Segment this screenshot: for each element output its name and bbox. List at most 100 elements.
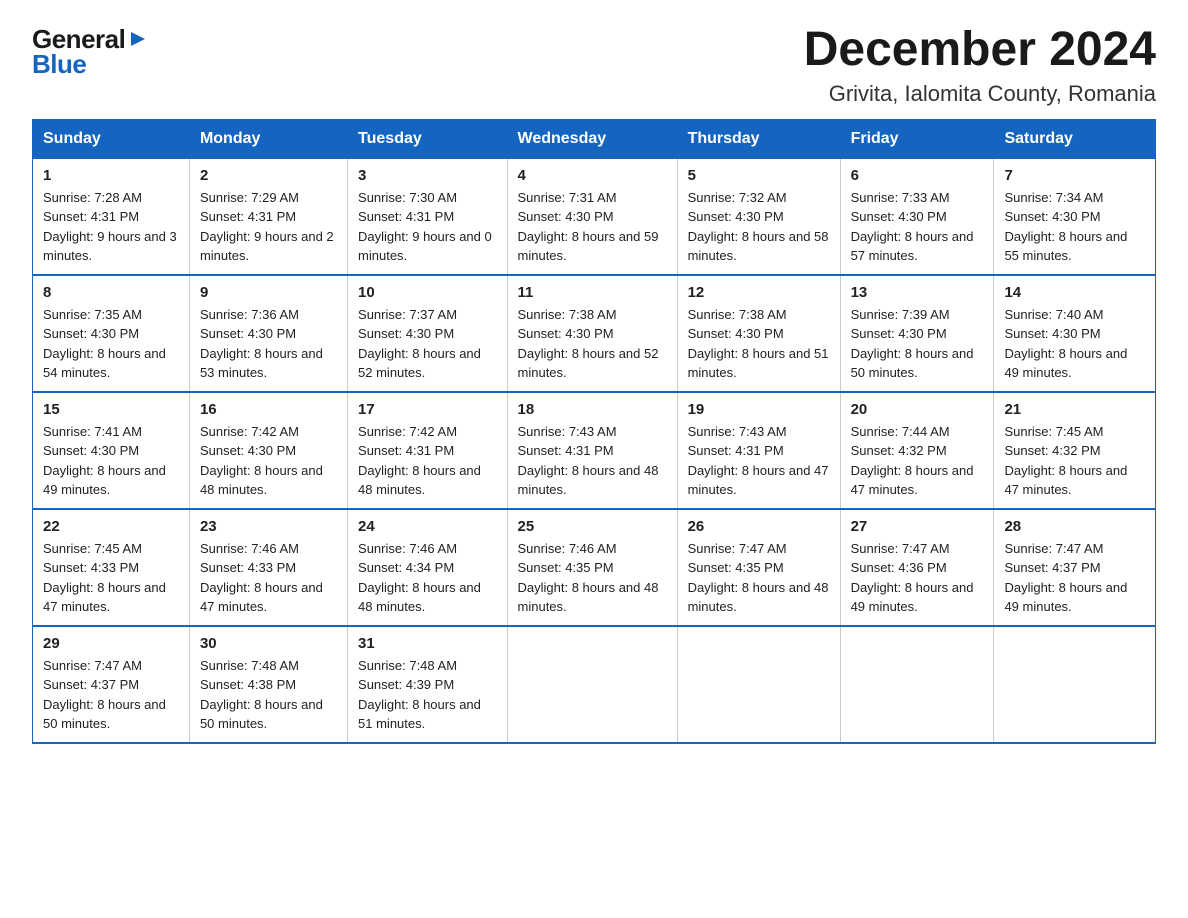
sunset-value: 4:35 PM <box>735 560 783 575</box>
day-number: 4 <box>518 167 667 184</box>
day-info: Sunrise: 7:47 AM Sunset: 4:37 PM Dayligh… <box>1004 539 1145 617</box>
day-number: 18 <box>518 401 667 418</box>
day-info: Sunrise: 7:47 AM Sunset: 4:37 PM Dayligh… <box>43 656 179 734</box>
daylight-label: Daylight: <box>358 463 412 478</box>
sunset-label: Sunset: <box>200 443 248 458</box>
daylight-label: Daylight: <box>200 229 254 244</box>
sunset-label: Sunset: <box>518 326 566 341</box>
day-number: 1 <box>43 167 179 184</box>
sunset-value: 4:30 PM <box>735 326 783 341</box>
logo-blue-text: Blue <box>32 49 86 80</box>
day-number: 19 <box>688 401 830 418</box>
sunrise-label: Sunrise: <box>43 541 94 556</box>
title-block: December 2024 Grivita, Ialomita County, … <box>804 24 1156 107</box>
sunrise-label: Sunrise: <box>518 190 569 205</box>
sunset-label: Sunset: <box>688 209 736 224</box>
day-header-wednesday: Wednesday <box>507 119 677 158</box>
sunrise-value: 7:38 AM <box>739 307 787 322</box>
calendar-table: SundayMondayTuesdayWednesdayThursdayFrid… <box>32 119 1156 744</box>
sunrise-value: 7:28 AM <box>94 190 142 205</box>
sunset-label: Sunset: <box>688 560 736 575</box>
day-number: 31 <box>358 635 496 652</box>
sunset-value: 4:31 PM <box>735 443 783 458</box>
day-info: Sunrise: 7:46 AM Sunset: 4:33 PM Dayligh… <box>200 539 337 617</box>
day-number: 14 <box>1004 284 1145 301</box>
sunrise-label: Sunrise: <box>43 307 94 322</box>
sunset-label: Sunset: <box>688 443 736 458</box>
day-number: 16 <box>200 401 337 418</box>
sunset-value: 4:30 PM <box>248 443 296 458</box>
sunrise-label: Sunrise: <box>358 190 409 205</box>
daylight-label: Daylight: <box>851 463 905 478</box>
sunrise-value: 7:43 AM <box>739 424 787 439</box>
sunset-value: 4:30 PM <box>898 209 946 224</box>
sunrise-label: Sunrise: <box>851 541 902 556</box>
sunset-value: 4:35 PM <box>565 560 613 575</box>
calendar-cell: 22 Sunrise: 7:45 AM Sunset: 4:33 PM Dayl… <box>33 509 190 626</box>
sunset-value: 4:39 PM <box>406 677 454 692</box>
sunrise-label: Sunrise: <box>358 424 409 439</box>
sunset-value: 4:32 PM <box>1052 443 1100 458</box>
sunrise-label: Sunrise: <box>1004 424 1055 439</box>
sunrise-value: 7:44 AM <box>902 424 950 439</box>
day-info: Sunrise: 7:40 AM Sunset: 4:30 PM Dayligh… <box>1004 305 1145 383</box>
daylight-label: Daylight: <box>200 346 254 361</box>
sunrise-value: 7:38 AM <box>569 307 617 322</box>
location-title: Grivita, Ialomita County, Romania <box>804 81 1156 107</box>
sunset-value: 4:34 PM <box>406 560 454 575</box>
sunset-label: Sunset: <box>1004 326 1052 341</box>
day-info: Sunrise: 7:28 AM Sunset: 4:31 PM Dayligh… <box>43 188 179 266</box>
sunset-label: Sunset: <box>43 209 91 224</box>
daylight-label: Daylight: <box>851 229 905 244</box>
sunset-value: 4:37 PM <box>1052 560 1100 575</box>
sunset-value: 4:33 PM <box>91 560 139 575</box>
day-number: 25 <box>518 518 667 535</box>
calendar-cell: 5 Sunrise: 7:32 AM Sunset: 4:30 PM Dayli… <box>677 158 840 275</box>
day-header-friday: Friday <box>840 119 994 158</box>
sunset-value: 4:31 PM <box>406 443 454 458</box>
day-header-monday: Monday <box>189 119 347 158</box>
day-number: 28 <box>1004 518 1145 535</box>
calendar-cell: 12 Sunrise: 7:38 AM Sunset: 4:30 PM Dayl… <box>677 275 840 392</box>
day-info: Sunrise: 7:43 AM Sunset: 4:31 PM Dayligh… <box>688 422 830 500</box>
sunrise-value: 7:37 AM <box>409 307 457 322</box>
day-info: Sunrise: 7:44 AM Sunset: 4:32 PM Dayligh… <box>851 422 984 500</box>
sunrise-value: 7:29 AM <box>251 190 299 205</box>
sunrise-label: Sunrise: <box>358 658 409 673</box>
sunrise-label: Sunrise: <box>43 190 94 205</box>
sunset-value: 4:32 PM <box>898 443 946 458</box>
sunset-label: Sunset: <box>43 560 91 575</box>
sunrise-value: 7:48 AM <box>251 658 299 673</box>
day-number: 26 <box>688 518 830 535</box>
day-info: Sunrise: 7:42 AM Sunset: 4:30 PM Dayligh… <box>200 422 337 500</box>
daylight-label: Daylight: <box>358 229 412 244</box>
daylight-label: Daylight: <box>358 580 412 595</box>
sunset-value: 4:30 PM <box>565 326 613 341</box>
day-info: Sunrise: 7:38 AM Sunset: 4:30 PM Dayligh… <box>518 305 667 383</box>
day-number: 12 <box>688 284 830 301</box>
calendar-cell: 2 Sunrise: 7:29 AM Sunset: 4:31 PM Dayli… <box>189 158 347 275</box>
day-info: Sunrise: 7:48 AM Sunset: 4:39 PM Dayligh… <box>358 656 496 734</box>
daylight-label: Daylight: <box>688 229 742 244</box>
daylight-label: Daylight: <box>43 463 97 478</box>
calendar-cell: 23 Sunrise: 7:46 AM Sunset: 4:33 PM Dayl… <box>189 509 347 626</box>
calendar-cell: 3 Sunrise: 7:30 AM Sunset: 4:31 PM Dayli… <box>348 158 507 275</box>
calendar-cell: 10 Sunrise: 7:37 AM Sunset: 4:30 PM Dayl… <box>348 275 507 392</box>
sunset-value: 4:33 PM <box>248 560 296 575</box>
daylight-label: Daylight: <box>1004 229 1058 244</box>
sunrise-value: 7:46 AM <box>409 541 457 556</box>
calendar-cell: 20 Sunrise: 7:44 AM Sunset: 4:32 PM Dayl… <box>840 392 994 509</box>
day-info: Sunrise: 7:30 AM Sunset: 4:31 PM Dayligh… <box>358 188 496 266</box>
day-info: Sunrise: 7:39 AM Sunset: 4:30 PM Dayligh… <box>851 305 984 383</box>
sunrise-value: 7:34 AM <box>1056 190 1104 205</box>
sunset-label: Sunset: <box>851 326 899 341</box>
daylight-label: Daylight: <box>1004 580 1058 595</box>
day-number: 21 <box>1004 401 1145 418</box>
sunrise-value: 7:30 AM <box>409 190 457 205</box>
day-info: Sunrise: 7:34 AM Sunset: 4:30 PM Dayligh… <box>1004 188 1145 266</box>
calendar-week-row: 22 Sunrise: 7:45 AM Sunset: 4:33 PM Dayl… <box>33 509 1156 626</box>
day-number: 22 <box>43 518 179 535</box>
calendar-cell: 29 Sunrise: 7:47 AM Sunset: 4:37 PM Dayl… <box>33 626 190 743</box>
calendar-cell <box>677 626 840 743</box>
sunset-value: 4:31 PM <box>91 209 139 224</box>
